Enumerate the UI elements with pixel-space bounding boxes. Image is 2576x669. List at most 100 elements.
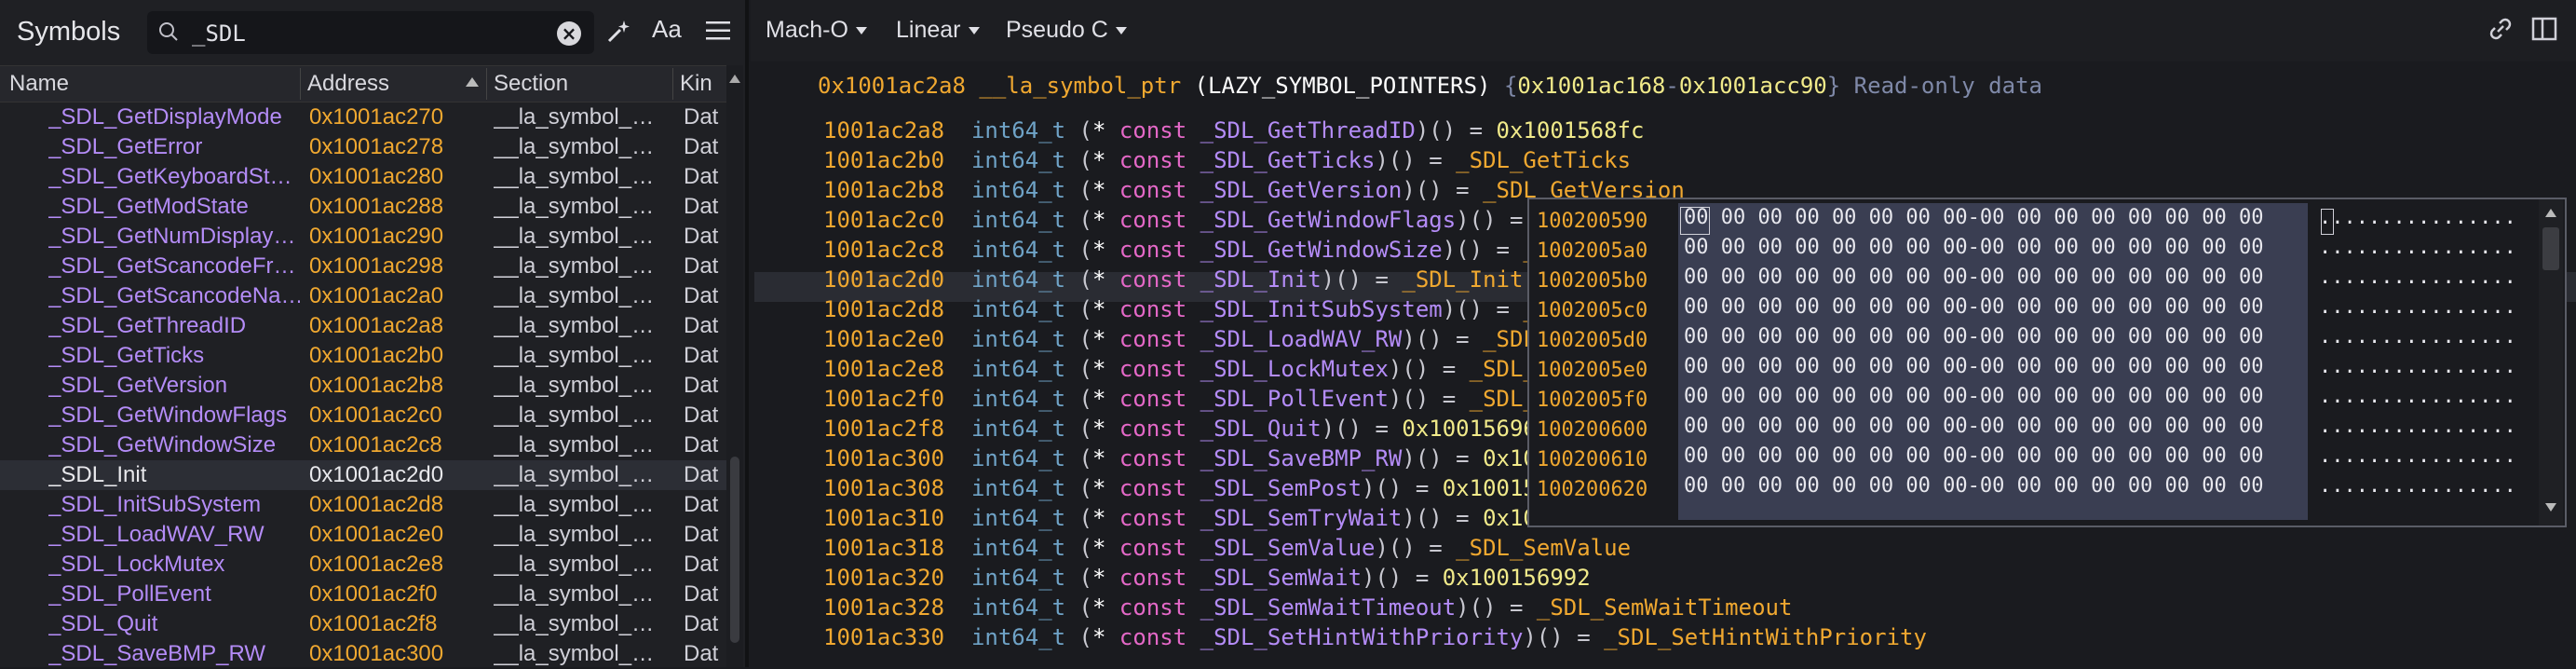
- layout-dropdown[interactable]: Linear: [896, 17, 980, 44]
- symbol-row[interactable]: _SDL_GetThreadID 0x1001ac2a8 __la_symbol_……: [0, 311, 726, 341]
- function-pointer-name[interactable]: _SDL_SemWaitTimeout: [1200, 594, 1457, 621]
- line-address[interactable]: 1001ac320: [823, 565, 944, 591]
- code-line[interactable]: 1001ac2f8 int64_t (* const _SDL_Quit)() …: [823, 416, 1550, 442]
- hex-row-bytes[interactable]: 00 00 00 00 00 00 00 00-00 00 00 00 00 0…: [1678, 382, 2308, 412]
- hex-preview-popup[interactable]: 100200590 1002005a0 1002005b0 1002005c0 1002…: [1527, 198, 2567, 527]
- pointer-value[interactable]: _SDL_SetHintWithPriority: [1604, 624, 1927, 650]
- pointer-value[interactable]: _SDL_GetTicks: [1456, 147, 1631, 173]
- function-pointer-name[interactable]: _SDL_SaveBMP_RW: [1200, 445, 1403, 471]
- hex-row-ascii[interactable]: ................: [2319, 471, 2535, 501]
- function-pointer-name[interactable]: _SDL_GetThreadID: [1200, 117, 1416, 143]
- hex-row-bytes[interactable]: 00 00 00 00 00 00 00 00-00 00 00 00 00 0…: [1678, 293, 2308, 322]
- code-line[interactable]: 1001ac330 int64_t (* const _SDL_SetHintW…: [823, 624, 1927, 650]
- hex-row-ascii[interactable]: ................: [2319, 322, 2535, 352]
- symbol-row[interactable]: _SDL_GetDisplayMode 0x1001ac270 __la_symbo…: [0, 102, 726, 132]
- column-divider[interactable]: [300, 68, 301, 100]
- section-range-end[interactable]: 0x1001acc90: [1679, 73, 1827, 99]
- column-kind[interactable]: Kin: [680, 71, 712, 97]
- function-pointer-name[interactable]: _SDL_GetWindowFlags: [1200, 207, 1457, 233]
- hex-row-ascii[interactable]: ................: [2319, 233, 2535, 263]
- hex-row-bytes[interactable]: 00 00 00 00 00 00 00 00-00 00 00 00 00 0…: [1678, 471, 2308, 501]
- line-address[interactable]: 1001ac318: [823, 535, 944, 561]
- symbol-row[interactable]: _SDL_InitSubSystem 0x1001ac2d8 __la_symbol…: [0, 490, 726, 520]
- pointer-value[interactable]: _SDL_Init: [1402, 266, 1523, 293]
- symbol-row[interactable]: _SDL_GetWindowFlags 0x1001ac2c0 __la_symbo…: [0, 401, 726, 430]
- magic-wand-icon[interactable]: [603, 17, 633, 47]
- symbol-row[interactable]: _SDL_GetModState 0x1001ac288 __la_symbol_……: [0, 192, 726, 222]
- hex-row-bytes[interactable]: 00 00 00 00 00 00 00 00-00 00 00 00 00 0…: [1678, 352, 2308, 382]
- hex-row-bytes[interactable]: 00 00 00 00 00 00 00 00-00 00 00 00 00 0…: [1678, 322, 2308, 352]
- function-pointer-name[interactable]: _SDL_GetWindowSize: [1200, 237, 1443, 263]
- code-line[interactable]: 1001ac310 int64_t (* const _SDL_SemTryWa…: [823, 505, 1631, 531]
- function-pointer-name[interactable]: _SDL_SemValue: [1200, 535, 1376, 561]
- symbol-row[interactable]: _SDL_SaveBMP_RW 0x1001ac300 __la_symbol_… D…: [0, 639, 726, 669]
- line-address[interactable]: 1001ac330: [823, 624, 944, 650]
- line-address[interactable]: 1001ac2f0: [823, 386, 944, 412]
- function-pointer-name[interactable]: _SDL_GetVersion: [1200, 177, 1403, 203]
- section-range-start[interactable]: 0x1001ac168: [1517, 73, 1665, 99]
- function-pointer-name[interactable]: _SDL_PollEvent: [1200, 386, 1389, 412]
- hex-scrollbar[interactable]: [2539, 199, 2563, 526]
- scrollbar-thumb[interactable]: [730, 457, 739, 643]
- code-line[interactable]: 1001ac2d0 int64_t (* const _SDL_Init)() …: [823, 266, 1523, 293]
- code-line[interactable]: 1001ac328 int64_t (* const _SDL_SemWaitT…: [823, 594, 1792, 621]
- function-pointer-name[interactable]: _SDL_Init: [1200, 266, 1322, 293]
- section-name[interactable]: __la_symbol_ptr: [979, 73, 1181, 99]
- function-pointer-name[interactable]: _SDL_SemWait: [1200, 565, 1362, 591]
- pointer-value[interactable]: _SDL_SemWaitTimeout: [1537, 594, 1793, 621]
- line-address[interactable]: 1001ac2d0: [823, 266, 944, 293]
- scroll-down-icon[interactable]: [2545, 503, 2556, 512]
- column-section[interactable]: Section: [494, 71, 568, 97]
- symbol-row[interactable]: _SDL_GetTicks 0x1001ac2b0 __la_symbol_… Dat: [0, 341, 726, 371]
- symbol-row[interactable]: _SDL_LockMutex 0x1001ac2e8 __la_symbol_… Da…: [0, 550, 726, 580]
- search-input[interactable]: [190, 17, 548, 50]
- line-address[interactable]: 1001ac310: [823, 505, 944, 531]
- symbol-row[interactable]: _SDL_GetScancodeNa… 0x1001ac2a0 __la_symbo…: [0, 281, 726, 311]
- hex-row-ascii[interactable]: ................: [2319, 382, 2535, 412]
- symbol-row[interactable]: _SDL_Init 0x1001ac2d0 __la_symbol_… Dat: [0, 460, 726, 490]
- search-box[interactable]: ×: [147, 11, 594, 54]
- line-address[interactable]: 1001ac308: [823, 475, 944, 501]
- pointer-value[interactable]: _SDL_SemValue: [1456, 535, 1631, 561]
- function-pointer-name[interactable]: _SDL_LoadWAV_RW: [1200, 326, 1403, 352]
- symbol-row[interactable]: _SDL_GetError 0x1001ac278 __la_symbol_… Dat: [0, 132, 726, 162]
- line-address[interactable]: 1001ac2c0: [823, 207, 944, 233]
- function-pointer-name[interactable]: _SDL_LockMutex: [1200, 356, 1389, 382]
- symbols-scrollbar[interactable]: [726, 65, 743, 667]
- language-dropdown[interactable]: Pseudo C: [1006, 17, 1127, 44]
- panel-divider[interactable]: [745, 0, 749, 667]
- symbol-row[interactable]: _SDL_PollEvent 0x1001ac2f0 __la_symbol_… Da…: [0, 580, 726, 609]
- symbol-row[interactable]: _SDL_GetVersion 0x1001ac2b8 __la_symbol_… D…: [0, 371, 726, 401]
- line-address[interactable]: 1001ac2f8: [823, 416, 944, 442]
- symbol-row[interactable]: _SDL_GetScancodeFr… 0x1001ac298 __la_symbo…: [0, 252, 726, 281]
- line-address[interactable]: 1001ac328: [823, 594, 944, 621]
- binary-view-dropdown[interactable]: Mach-O: [766, 17, 867, 44]
- column-name[interactable]: Name: [9, 71, 69, 97]
- line-address[interactable]: 1001ac2c8: [823, 237, 944, 263]
- case-sensitive-button[interactable]: Aa: [652, 15, 682, 44]
- link-icon[interactable]: [2487, 15, 2515, 43]
- function-pointer-name[interactable]: _SDL_SemPost: [1200, 475, 1362, 501]
- scroll-up-icon[interactable]: [729, 75, 740, 83]
- section-address[interactable]: 0x1001ac2a8: [818, 73, 966, 99]
- hex-row-bytes[interactable]: 00 00 00 00 00 00 00 00-00 00 00 00 00 0…: [1678, 203, 2308, 233]
- pointer-value[interactable]: 0x100156992: [1443, 565, 1591, 591]
- hex-row-ascii[interactable]: ................: [2319, 442, 2535, 471]
- symbol-row[interactable]: _SDL_GetWindowSize 0x1001ac2c8 __la_symbol…: [0, 430, 726, 460]
- line-address[interactable]: 1001ac2d8: [823, 296, 944, 322]
- hex-row-bytes[interactable]: 00 00 00 00 00 00 00 00-00 00 00 00 00 0…: [1678, 263, 2308, 293]
- code-line[interactable]: 1001ac308 int64_t (* const _SDL_SemPost)…: [823, 475, 1591, 501]
- function-pointer-name[interactable]: _SDL_SemTryWait: [1200, 505, 1403, 531]
- symbol-row[interactable]: _SDL_LoadWAV_RW 0x1001ac2e0 __la_symbol_… D…: [0, 520, 726, 550]
- code-line[interactable]: 1001ac320 int64_t (* const _SDL_SemWait)…: [823, 565, 1591, 591]
- hamburger-menu-icon[interactable]: [704, 19, 732, 43]
- hex-row-bytes[interactable]: 00 00 00 00 00 00 00 00-00 00 00 00 00 0…: [1678, 412, 2308, 442]
- code-line[interactable]: 1001ac2a8 int64_t (* const _SDL_GetThrea…: [823, 117, 1644, 143]
- function-pointer-name[interactable]: _SDL_Quit: [1200, 416, 1322, 442]
- hex-row-ascii[interactable]: ................: [2319, 263, 2535, 293]
- line-address[interactable]: 1001ac2e0: [823, 326, 944, 352]
- code-line[interactable]: 1001ac318 int64_t (* const _SDL_SemValue…: [823, 535, 1631, 561]
- pointer-value[interactable]: 0x1001568fc: [1497, 117, 1645, 143]
- function-pointer-name[interactable]: _SDL_InitSubSystem: [1200, 296, 1443, 322]
- hex-row-ascii[interactable]: ................: [2319, 203, 2535, 233]
